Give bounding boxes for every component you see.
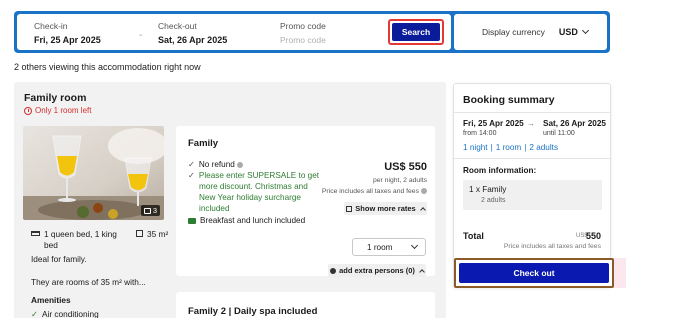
- checkout-button[interactable]: Check out: [459, 263, 609, 283]
- search-fields: Check-in Fri, 25 Apr 2025 - Check-out Sa…: [17, 14, 451, 50]
- check-icon: ✓: [31, 309, 38, 318]
- divider: [454, 112, 610, 113]
- room-description-1: Ideal for family.: [31, 254, 87, 264]
- room-count-select[interactable]: 1 room: [352, 238, 426, 256]
- photo-count: 3: [152, 206, 157, 215]
- meals-line: Breakfast and lunch included: [188, 215, 305, 226]
- promo-note-line-1: Please enter SUPERSALE to get: [198, 171, 320, 180]
- add-person-icon: [330, 267, 337, 274]
- room-size: 35 m²: [147, 229, 169, 239]
- summary-title: Booking summary: [463, 94, 555, 106]
- room-count-value: 1 room: [367, 242, 393, 252]
- extra-persons-label: add extra persons (0): [339, 266, 415, 275]
- room-features: 1 queen bed, 1 king bed 35 m²: [31, 229, 168, 251]
- room-description-2[interactable]: They are rooms of 35 m² with...: [31, 277, 146, 287]
- rooms-link[interactable]: 1 room: [496, 143, 521, 152]
- room-size-icon: [136, 230, 143, 237]
- room-info-box: 1 x Family 2 adults: [463, 180, 602, 210]
- rate-title: Family: [188, 138, 219, 149]
- amenity-text: Air conditioning: [41, 309, 99, 318]
- no-refund-text: No refund: [198, 160, 235, 169]
- chevron-up-icon: [419, 206, 426, 213]
- availability-notice: Only 1 room left: [24, 106, 91, 115]
- price-taxes-note: Price includes all taxes and fees: [322, 188, 427, 195]
- date-separator: -: [139, 30, 143, 41]
- arrow-right-icon: →: [527, 119, 535, 128]
- summary-checkout-time: until 11:00: [543, 130, 575, 137]
- currency-value[interactable]: USD: [559, 27, 578, 37]
- promo-note: ✓ Please enter SUPERSALE to get more disc…: [188, 170, 319, 214]
- summary-checkin-date: Fri, 25 Apr 2025: [463, 119, 524, 128]
- checkin-value[interactable]: Fri, 25 Apr 2025: [34, 35, 101, 45]
- info-icon[interactable]: [236, 161, 243, 168]
- bed-icon: [31, 231, 40, 236]
- currency-label: Display currency: [482, 27, 545, 37]
- checkout-label: Check-out: [158, 21, 197, 31]
- clock-icon: [24, 106, 32, 115]
- rate-card-2: Family 2 | Daily spa included: [176, 292, 435, 318]
- divider: [454, 158, 610, 159]
- promo-input[interactable]: Promo code: [280, 35, 326, 45]
- image-icon: [143, 207, 151, 214]
- checkout-button-highlight: Check out: [454, 258, 614, 288]
- promo-field[interactable]: Promo code Promo code: [280, 21, 326, 45]
- search-button[interactable]: Search: [392, 23, 440, 41]
- link-separator: |: [490, 143, 493, 152]
- promo-note-line-4: included: [199, 204, 230, 213]
- viewers-notice: 2 others viewing this accommodation righ…: [14, 62, 201, 72]
- price-taxes-text: Price includes all taxes and fees: [321, 188, 419, 195]
- photo-count-badge[interactable]: 3: [140, 205, 160, 216]
- amenity-item: ✓ Air conditioning: [31, 309, 99, 318]
- stay-details-links: 1 night | 1 room | 2 adults: [463, 143, 558, 152]
- summary-checkout-date: Sat, 26 Apr 2025: [543, 119, 606, 128]
- show-more-label: Show more rates: [355, 204, 416, 213]
- promo-note-line-2: more discount. Christmas and: [199, 182, 308, 191]
- check-icon: ✓: [188, 171, 195, 180]
- nights-link[interactable]: 1 night: [463, 143, 488, 152]
- room-panel: Family room Only 1 room left 3 1 queen b…: [14, 82, 446, 318]
- no-refund-line: ✓ No refund: [188, 159, 243, 170]
- search-bar: Check-in Fri, 25 Apr 2025 - Check-out Sa…: [14, 11, 610, 53]
- checkout-field[interactable]: Check-out Sat, 26 Apr 2025: [158, 21, 227, 45]
- checkin-label: Check-in: [34, 21, 68, 31]
- add-extra-persons-button[interactable]: add extra persons (0): [328, 264, 426, 277]
- adults-link[interactable]: 2 adults: [529, 143, 558, 152]
- availability-text: Only 1 room left: [35, 106, 92, 115]
- rate-title-2: Family 2 | Daily spa included: [188, 306, 318, 317]
- info-icon[interactable]: [421, 188, 427, 195]
- check-icon: ✓: [188, 160, 195, 169]
- amenities-label: Amenities: [31, 295, 71, 305]
- chevron-up-icon: [419, 268, 425, 275]
- rate-card: Family ✓ No refund ✓ Please enter SUPERSAL…: [176, 126, 435, 277]
- room-title: Family room: [24, 92, 87, 104]
- promo-note-line-3: New Year holiday surcharge: [199, 193, 301, 202]
- total-value: 550: [585, 231, 601, 241]
- rates-icon: [346, 205, 353, 212]
- show-more-rates-button[interactable]: Show more rates: [344, 202, 427, 215]
- link-separator: |: [524, 143, 527, 152]
- room-info-line: 1 x Family: [469, 185, 507, 194]
- checkout-highlight-bg: [612, 258, 626, 288]
- bed-info: 1 queen bed, 1 king bed: [44, 229, 117, 250]
- summary-checkin-time: from 14:00: [463, 130, 497, 137]
- room-info-guests: 2 adults: [481, 197, 506, 204]
- room-photo[interactable]: 3: [23, 126, 164, 220]
- chevron-down-icon: [410, 241, 419, 249]
- checkin-field[interactable]: Check-in Fri, 25 Apr 2025: [34, 21, 101, 45]
- price-per-night: per night, 2 adults: [372, 177, 427, 184]
- checkout-value[interactable]: Sat, 26 Apr 2025: [158, 35, 227, 45]
- chevron-down-icon: [581, 26, 589, 34]
- currency-selector[interactable]: Display currency USD: [454, 14, 607, 50]
- price: US$ 550: [384, 161, 427, 173]
- meals-text: Breakfast and lunch included: [200, 216, 306, 225]
- total-note: Price includes all taxes and fees: [503, 243, 601, 250]
- meal-icon: [188, 217, 196, 224]
- total-label: Total: [463, 231, 484, 241]
- promo-label: Promo code: [280, 21, 326, 31]
- search-button-highlight: Search: [388, 19, 444, 45]
- room-info-label: Room information:: [463, 166, 537, 175]
